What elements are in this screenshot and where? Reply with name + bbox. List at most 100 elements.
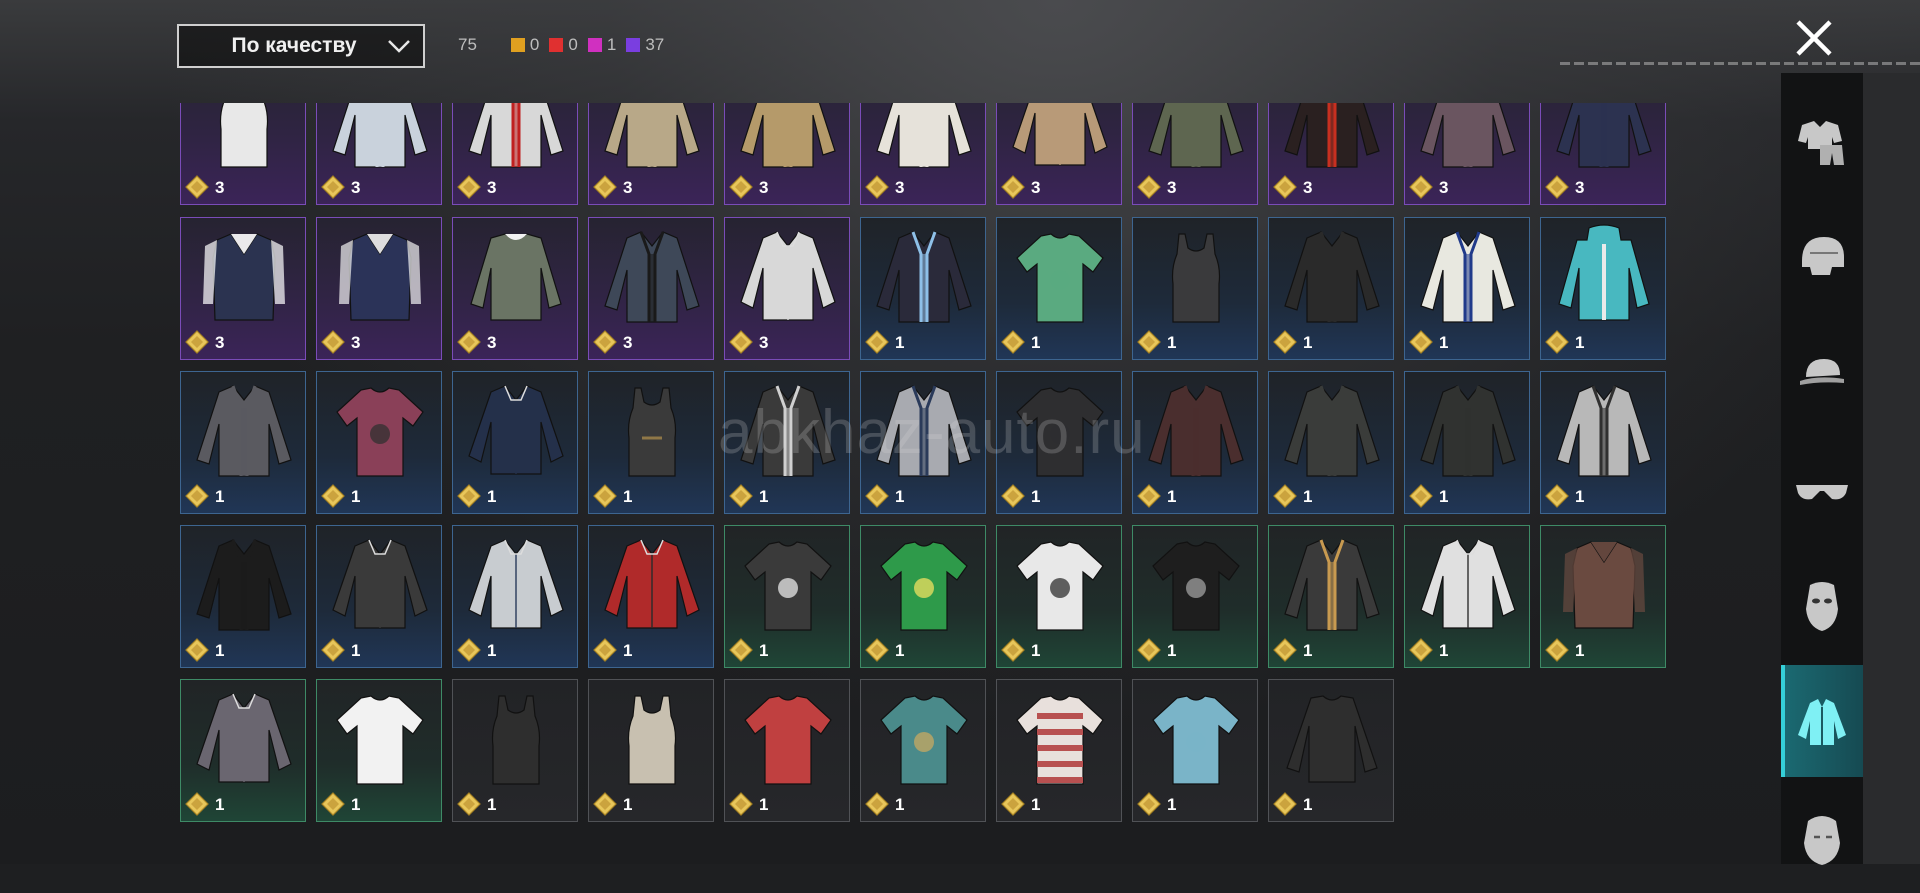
sidebar-item-helmet[interactable]	[1781, 201, 1863, 313]
item-card[interactable]: 3	[588, 217, 714, 360]
item-card[interactable]: 1	[452, 525, 578, 668]
item-card[interactable]: 1	[860, 679, 986, 822]
item-card[interactable]: 1	[1132, 679, 1258, 822]
item-card[interactable]: 3	[724, 217, 850, 360]
jacket-icon	[1284, 231, 1380, 323]
item-card[interactable]: 1	[1132, 217, 1258, 360]
item-card[interactable]: 1	[860, 525, 986, 668]
mask-icon	[1806, 582, 1838, 631]
item-card[interactable]: 1	[996, 679, 1122, 822]
item-card[interactable]: 1	[316, 371, 442, 514]
item-card[interactable]: 3	[1404, 103, 1530, 205]
item-card[interactable]: 1	[180, 525, 306, 668]
item-card[interactable]: 1	[1540, 217, 1666, 360]
jacket-icon	[468, 103, 564, 168]
tank-icon	[1171, 233, 1221, 323]
total-count: 75	[458, 35, 477, 54]
item-card[interactable]: 1	[1132, 525, 1258, 668]
item-card[interactable]: 3	[180, 217, 306, 360]
item-card[interactable]: 3	[316, 217, 442, 360]
item-card[interactable]: 1	[1404, 217, 1530, 360]
item-card[interactable]: 1	[452, 371, 578, 514]
sidebar-item-shirt[interactable]	[1781, 665, 1863, 777]
item-card[interactable]: 1	[724, 679, 850, 822]
coin-icon	[729, 175, 753, 199]
item-card[interactable]: 1	[180, 371, 306, 514]
sidebar-item-mask[interactable]	[1781, 549, 1863, 661]
inventory-grid: 3 3 3 3 3 3 3 3 3 3 3 3 3 3 3 3 1 1 1 1 …	[180, 103, 1668, 828]
coin-icon	[1001, 330, 1025, 354]
item-card[interactable]: 1	[860, 217, 986, 360]
item-card[interactable]: 1	[724, 371, 850, 514]
sort-dropdown[interactable]: По качеству	[177, 24, 425, 68]
item-card[interactable]: 1	[996, 371, 1122, 514]
item-card[interactable]: 1	[180, 679, 306, 822]
coin-icon	[1273, 330, 1297, 354]
red-square-icon	[549, 38, 564, 52]
item-count: 1	[1031, 795, 1041, 814]
coin-icon	[1545, 638, 1569, 662]
coin-icon	[865, 330, 889, 354]
sweater-icon	[470, 233, 562, 321]
tshirt-icon	[880, 541, 968, 631]
item-card[interactable]: 1	[588, 679, 714, 822]
item-card[interactable]: 3	[1132, 103, 1258, 205]
item-card[interactable]: 3	[860, 103, 986, 205]
item-card[interactable]: 3	[452, 217, 578, 360]
item-card[interactable]: 1	[316, 525, 442, 668]
item-count: 3	[1167, 178, 1177, 197]
item-card[interactable]: 3	[588, 103, 714, 205]
item-card[interactable]: 1	[1540, 525, 1666, 668]
item-card[interactable]: 1	[1268, 679, 1394, 822]
header-divider	[1560, 62, 1920, 65]
item-card[interactable]: 3	[452, 103, 578, 205]
purple-square-icon	[626, 38, 641, 52]
item-count: 1	[351, 795, 361, 814]
item-count: 1	[1031, 641, 1041, 660]
coin-icon	[593, 330, 617, 354]
item-card[interactable]: 1	[996, 217, 1122, 360]
coin-icon	[321, 330, 345, 354]
item-card[interactable]: 1	[724, 525, 850, 668]
item-card[interactable]: 1	[588, 371, 714, 514]
coin-icon	[1409, 330, 1433, 354]
item-card[interactable]: 1	[1132, 371, 1258, 514]
item-count: 1	[1303, 641, 1313, 660]
item-card[interactable]: 1	[588, 525, 714, 668]
jacket-icon	[1148, 385, 1244, 477]
item-card[interactable]: 1	[1540, 371, 1666, 514]
item-card[interactable]: 1	[996, 525, 1122, 668]
item-count: 1	[1303, 487, 1313, 506]
sidebar-item-face[interactable]	[1781, 781, 1863, 893]
item-count: 1	[1439, 487, 1449, 506]
sidebar-item-cap[interactable]	[1781, 317, 1863, 429]
item-card[interactable]: 1	[1268, 525, 1394, 668]
item-card[interactable]: 1	[1268, 217, 1394, 360]
sidebar-item-glasses[interactable]	[1781, 433, 1863, 545]
item-card[interactable]: 1	[316, 679, 442, 822]
vest-icon	[1563, 541, 1645, 629]
jacket-icon	[1148, 103, 1244, 168]
item-count: 1	[351, 487, 361, 506]
item-card[interactable]: 1	[1404, 525, 1530, 668]
jacket-icon	[1284, 103, 1380, 168]
item-count: 1	[487, 641, 497, 660]
item-card[interactable]: 3	[180, 103, 306, 205]
item-card[interactable]: 1	[1268, 371, 1394, 514]
item-card[interactable]: 1	[1404, 371, 1530, 514]
item-card[interactable]: 3	[1540, 103, 1666, 205]
grid-row: 1 1 1 1 1 1 1 1 1 1 1	[180, 371, 1668, 514]
sidebar-item-outfit[interactable]	[1781, 85, 1863, 197]
close-icon[interactable]	[1792, 16, 1836, 60]
coin-icon	[1409, 638, 1433, 662]
sidebar-edge	[1863, 73, 1920, 864]
coin-icon	[729, 792, 753, 816]
item-card[interactable]: 1	[860, 371, 986, 514]
item-card[interactable]: 3	[316, 103, 442, 205]
item-card[interactable]: 3	[1268, 103, 1394, 205]
item-card[interactable]: 3	[724, 103, 850, 205]
item-card[interactable]: 3	[996, 103, 1122, 205]
item-card[interactable]: 1	[452, 679, 578, 822]
tshirt-icon	[336, 695, 424, 785]
item-count: 1	[1031, 333, 1041, 352]
